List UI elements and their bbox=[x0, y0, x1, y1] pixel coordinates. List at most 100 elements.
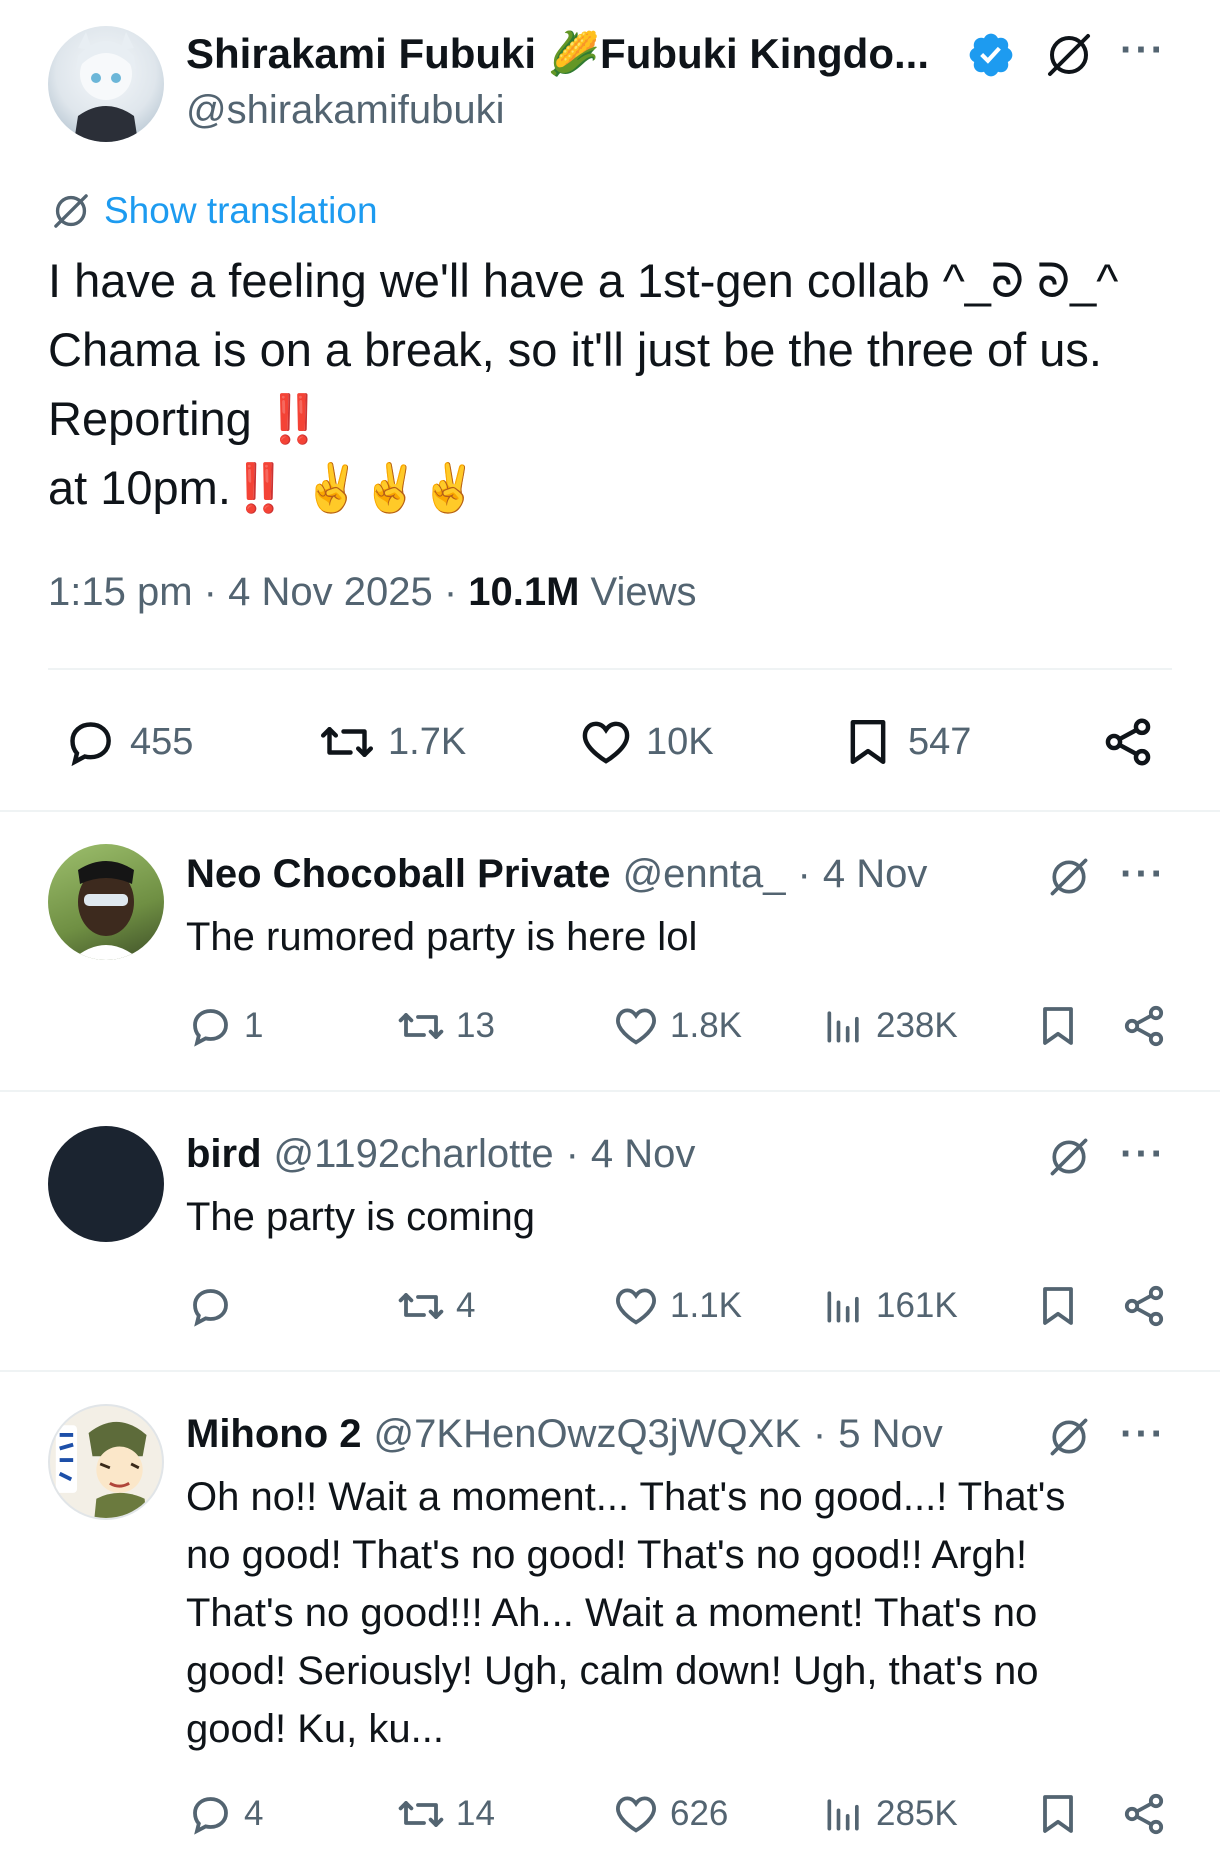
view-count: 285K bbox=[876, 1794, 958, 1833]
reply-date[interactable]: 4 Nov bbox=[823, 852, 928, 897]
tweet-text: I have a feeling we'll have a 1st-gen co… bbox=[48, 246, 1188, 522]
like-icon bbox=[616, 1288, 656, 1325]
reply-button[interactable] bbox=[186, 1282, 244, 1330]
share-button[interactable] bbox=[1100, 714, 1156, 770]
reply-text: The rumored party is here lol bbox=[186, 915, 698, 959]
repost-button[interactable]: 4 bbox=[396, 1282, 475, 1330]
repost-count: 1.7K bbox=[388, 720, 467, 763]
more-icon[interactable]: ··· bbox=[1120, 28, 1166, 73]
reply-date[interactable]: 4 Nov bbox=[591, 1132, 696, 1177]
view-count: 161K bbox=[876, 1286, 958, 1325]
grok-icon[interactable] bbox=[1044, 30, 1094, 80]
share-icon[interactable] bbox=[1120, 1282, 1168, 1330]
avatar-illustration bbox=[55, 1421, 147, 1518]
repost-count: 14 bbox=[456, 1794, 495, 1833]
reply-display-name[interactable]: Mihono 2 bbox=[186, 1412, 362, 1457]
repost-button[interactable]: 13 bbox=[396, 1002, 495, 1050]
reply-avatar[interactable] bbox=[48, 844, 164, 960]
reply-button[interactable]: 1 bbox=[186, 1002, 263, 1050]
reply-icon bbox=[193, 1797, 228, 1835]
reply-header: Mihono 2 @7KHenOwzQ3jWQXK · 5 Nov bbox=[186, 1412, 943, 1457]
reply-count: 1 bbox=[244, 1006, 264, 1045]
like-icon bbox=[582, 721, 630, 764]
bookmark-icon[interactable] bbox=[1034, 1002, 1082, 1050]
reply-line: good! Ku, ku... bbox=[186, 1707, 444, 1751]
like-icon bbox=[616, 1796, 656, 1833]
divider bbox=[0, 1370, 1220, 1372]
reply-date[interactable]: 5 Nov bbox=[838, 1412, 943, 1457]
views-button[interactable]: 161K bbox=[822, 1282, 958, 1330]
avatar-illustration bbox=[74, 32, 138, 142]
repost-icon bbox=[398, 1293, 444, 1319]
views-count: 10.1M bbox=[468, 570, 580, 614]
reply-line: That's no good!!! Ah... Wait a moment! T… bbox=[186, 1591, 1038, 1635]
reply-avatar[interactable] bbox=[48, 1404, 164, 1520]
bookmark-icon[interactable] bbox=[1034, 1790, 1082, 1838]
like-button[interactable]: 626 bbox=[612, 1790, 728, 1838]
views-button[interactable]: 285K bbox=[822, 1790, 958, 1838]
reply-handle[interactable]: @1192charlotte bbox=[274, 1132, 554, 1177]
main-handle[interactable]: @shirakamifubuki bbox=[186, 88, 505, 133]
reply-handle[interactable]: @7KHenOwzQ3jWQXK bbox=[374, 1412, 801, 1457]
reply-text: The party is coming bbox=[186, 1195, 536, 1239]
reply-count: 455 bbox=[130, 720, 194, 763]
views-icon bbox=[827, 1799, 859, 1831]
reply-icon bbox=[193, 1009, 228, 1047]
main-display-name[interactable]: Shirakami Fubuki 🌽Fubuki Kingdo... bbox=[186, 30, 929, 79]
meta-separator: · bbox=[565, 1132, 579, 1176]
like-button[interactable]: 1.8K bbox=[612, 1002, 742, 1050]
tweet-meta: 1:15 pm · 4 Nov 2025 · 10.1M Views bbox=[48, 570, 697, 615]
view-count: 238K bbox=[876, 1006, 958, 1045]
reply-count: 4 bbox=[244, 1794, 264, 1833]
repost-icon bbox=[320, 726, 374, 758]
repost-count: 4 bbox=[456, 1286, 476, 1325]
like-button[interactable]: 10K bbox=[578, 714, 714, 770]
tweet-date[interactable]: 4 Nov 2025 bbox=[228, 570, 433, 614]
repost-count: 13 bbox=[456, 1006, 495, 1045]
tweet-line: at 10pm.‼️ ✌️✌️✌️ bbox=[48, 461, 479, 514]
share-icon[interactable] bbox=[1120, 1002, 1168, 1050]
tweet-line: I have a feeling we'll have a 1st-gen co… bbox=[48, 254, 1119, 307]
avatar-photo bbox=[72, 861, 140, 960]
reply-display-name[interactable]: bird bbox=[186, 1132, 262, 1177]
reply-avatar[interactable] bbox=[48, 1126, 164, 1242]
like-button[interactable]: 1.1K bbox=[612, 1282, 742, 1330]
tweet-line: Reporting ‼️ bbox=[48, 392, 324, 445]
reply-icon bbox=[70, 722, 111, 767]
reply-display-name[interactable]: Neo Chocoball Private bbox=[186, 852, 611, 897]
repost-icon bbox=[398, 1013, 444, 1039]
views-button[interactable]: 238K bbox=[822, 1002, 958, 1050]
share-icon bbox=[1105, 718, 1151, 766]
more-icon[interactable]: ··· bbox=[1120, 1132, 1166, 1177]
repost-button[interactable]: 14 bbox=[396, 1790, 495, 1838]
bookmark-button[interactable]: 547 bbox=[840, 714, 971, 770]
grok-icon[interactable] bbox=[1046, 1134, 1092, 1180]
like-icon bbox=[616, 1008, 656, 1045]
reply-icon bbox=[193, 1289, 228, 1327]
share-icon[interactable] bbox=[1120, 1790, 1168, 1838]
reply-button[interactable]: 4 bbox=[186, 1790, 263, 1838]
tweet-time[interactable]: 1:15 pm bbox=[48, 570, 193, 614]
divider bbox=[48, 668, 1172, 670]
bookmark-count: 547 bbox=[908, 720, 972, 763]
reply-text: Oh no!! Wait a moment... That's no good.… bbox=[186, 1468, 1146, 1758]
repost-button[interactable]: 1.7K bbox=[318, 714, 466, 770]
reply-handle[interactable]: @ennta_ bbox=[623, 852, 786, 897]
views-icon bbox=[827, 1291, 859, 1323]
more-icon[interactable]: ··· bbox=[1120, 852, 1166, 897]
reply-button[interactable]: 455 bbox=[62, 714, 193, 770]
reply-line: good! Seriously! Ugh, calm down! Ugh, th… bbox=[186, 1649, 1039, 1693]
grok-icon[interactable] bbox=[1046, 1414, 1092, 1460]
more-icon[interactable]: ··· bbox=[1120, 1412, 1166, 1457]
translation-label: Show translation bbox=[104, 190, 378, 231]
reply-header: bird @1192charlotte · 4 Nov bbox=[186, 1132, 695, 1177]
main-avatar[interactable] bbox=[48, 26, 164, 142]
like-count: 626 bbox=[670, 1794, 729, 1833]
reply-line: Oh no!! Wait a moment... That's no good.… bbox=[186, 1475, 1066, 1519]
bookmark-icon[interactable] bbox=[1034, 1282, 1082, 1330]
like-count: 1.8K bbox=[670, 1006, 742, 1045]
grok-icon[interactable] bbox=[1046, 854, 1092, 900]
views-label: Views bbox=[590, 570, 697, 614]
repost-icon bbox=[398, 1801, 444, 1827]
show-translation[interactable]: Show translation bbox=[50, 190, 378, 232]
